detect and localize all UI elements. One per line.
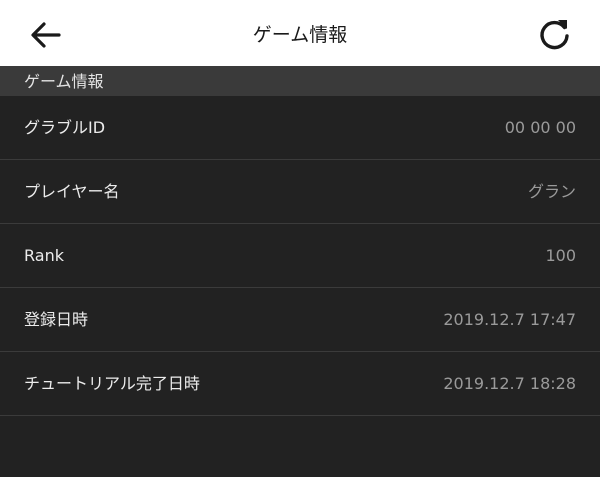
game-info-screen: ゲーム情報 ゲーム情報 グラブルID 00 00 00 プレイヤー名 グラン R… bbox=[0, 0, 600, 477]
row-label: 登録日時 bbox=[24, 310, 89, 329]
row-value: グラン bbox=[527, 182, 576, 201]
row-granblue-id: グラブルID 00 00 00 bbox=[0, 96, 600, 160]
row-registration-date: 登録日時 2019.12.7 17:47 bbox=[0, 288, 600, 352]
row-tutorial-complete-date: チュートリアル完了日時 2019.12.7 18:28 bbox=[0, 352, 600, 416]
row-label: プレイヤー名 bbox=[24, 182, 120, 201]
back-arrow-icon[interactable] bbox=[28, 17, 64, 53]
section-title: ゲーム情報 bbox=[24, 72, 104, 91]
row-label: グラブルID bbox=[24, 118, 106, 137]
row-label: チュートリアル完了日時 bbox=[24, 374, 200, 393]
page-title: ゲーム情報 bbox=[252, 24, 348, 46]
row-value: 00 00 00 bbox=[504, 118, 576, 137]
refresh-icon[interactable] bbox=[534, 15, 574, 55]
row-value: 2019.12.7 17:47 bbox=[443, 310, 576, 329]
row-rank: Rank 100 bbox=[0, 224, 600, 288]
row-player-name: プレイヤー名 グラン bbox=[0, 160, 600, 224]
row-label: Rank bbox=[24, 246, 64, 265]
row-value: 2019.12.7 18:28 bbox=[443, 374, 576, 393]
row-value: 100 bbox=[545, 246, 576, 265]
section-header: ゲーム情報 bbox=[0, 66, 600, 96]
navigation-bar: ゲーム情報 bbox=[0, 0, 600, 66]
